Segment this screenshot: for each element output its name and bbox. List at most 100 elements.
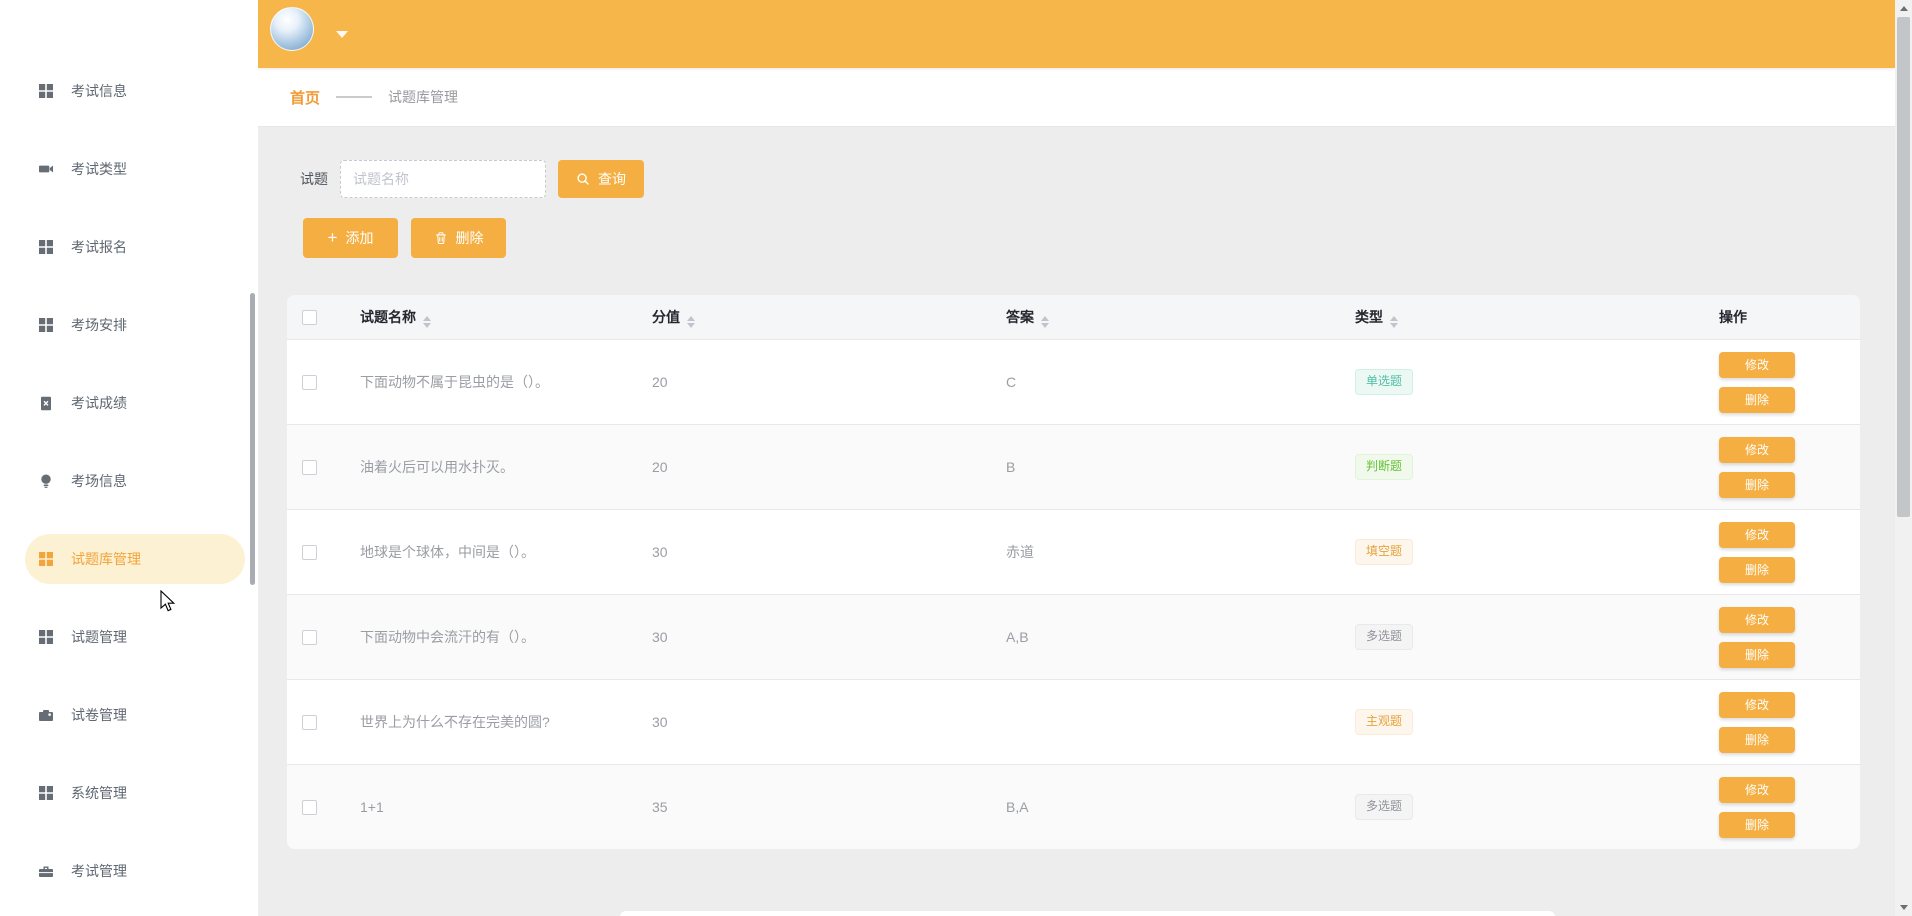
question-name-cell: 下面动物不属于昆虫的是（）。	[343, 372, 635, 392]
sidebar-item-label: 考试类型	[71, 159, 127, 179]
row-checkbox[interactable]	[302, 545, 317, 560]
edit-button[interactable]: 修改	[1719, 352, 1795, 378]
query-button[interactable]: 查询	[558, 160, 644, 198]
sidebar-item-exam-management[interactable]: 考试管理	[25, 846, 245, 896]
row-delete-button[interactable]: 删除	[1719, 557, 1795, 583]
exam-admin-page: { "colors": { "accent_orange": "#F5AE41"…	[0, 0, 1912, 916]
grid-icon	[38, 317, 54, 333]
grid-icon	[38, 83, 54, 99]
type-badge: 单选题	[1355, 369, 1413, 394]
add-button[interactable]: + 添加	[303, 218, 398, 258]
delete-button[interactable]: 删除	[411, 218, 506, 258]
sidebar-item-label: 试题管理	[71, 627, 127, 647]
table-header-row: 试题名称 分值 答案 类型 操作	[287, 295, 1860, 339]
scroll-up-arrow-icon[interactable]	[1895, 0, 1912, 17]
sidebar-item-label: 考试报名	[71, 237, 127, 257]
sidebar-scrollbar-thumb[interactable]	[250, 293, 255, 585]
sort-icon[interactable]	[1390, 316, 1398, 328]
question-name-cell: 下面动物中会流汗的有（）。	[343, 627, 635, 647]
briefcase-icon	[38, 707, 54, 723]
breadcrumb-current: 试题库管理	[388, 87, 458, 107]
sort-icon[interactable]	[1041, 316, 1049, 328]
grid-icon	[38, 629, 54, 645]
toolbar: + 添加 删除	[303, 218, 1895, 258]
column-header-answer: 答案	[1006, 309, 1034, 325]
sidebar-item-exam-type[interactable]: 考试类型	[25, 144, 245, 194]
plus-icon: +	[328, 229, 338, 246]
row-delete-button[interactable]: 删除	[1719, 387, 1795, 413]
vertical-scrollbar[interactable]	[1895, 0, 1912, 916]
score-cell: 30	[635, 714, 989, 730]
answer-cell: C	[989, 374, 1343, 390]
column-header-type: 类型	[1355, 309, 1383, 325]
top-header-bar	[258, 0, 1895, 68]
sidebar-menu: 考试信息 考试类型 考试报名 考场安排 考试成绩 考场信息 试题库管理	[0, 0, 258, 896]
edit-button[interactable]: 修改	[1719, 607, 1795, 633]
table-row: 油着火后可以用水扑灭。 20 B 判断题 修改 删除	[287, 424, 1860, 509]
breadcrumb: 首页 试题库管理	[258, 68, 1895, 127]
type-badge: 判断题	[1355, 454, 1413, 479]
breadcrumb-home-link[interactable]: 首页	[290, 87, 320, 108]
type-badge: 多选题	[1355, 794, 1413, 819]
row-checkbox[interactable]	[302, 800, 317, 815]
table-row: 世界上为什么不存在完美的圆? 30 主观题 修改 删除	[287, 679, 1860, 764]
score-cell: 30	[635, 544, 989, 560]
sidebar-item-question-bank[interactable]: 试题库管理	[25, 534, 245, 584]
search-icon	[576, 172, 590, 186]
scroll-down-arrow-icon[interactable]	[1895, 899, 1912, 916]
sidebar: 考试信息 考试类型 考试报名 考场安排 考试成绩 考场信息 试题库管理	[0, 0, 258, 916]
sidebar-item-label: 考场安排	[71, 315, 127, 335]
row-delete-button[interactable]: 删除	[1719, 812, 1795, 838]
table-row: 地球是个球体，中间是（）。 30 赤道 填空题 修改 删除	[287, 509, 1860, 594]
table-row: 下面动物不属于昆虫的是（）。 20 C 单选题 修改 删除	[287, 339, 1860, 424]
row-checkbox[interactable]	[302, 375, 317, 390]
question-name-cell: 世界上为什么不存在完美的圆?	[343, 712, 635, 732]
sort-icon[interactable]	[423, 316, 431, 328]
row-checkbox[interactable]	[302, 715, 317, 730]
trash-icon	[434, 231, 448, 245]
edit-button[interactable]: 修改	[1719, 522, 1795, 548]
edit-button[interactable]: 修改	[1719, 692, 1795, 718]
question-name-cell: 油着火后可以用水扑灭。	[343, 457, 635, 477]
grid-icon	[38, 785, 54, 801]
row-delete-button[interactable]: 删除	[1719, 727, 1795, 753]
row-delete-button[interactable]: 删除	[1719, 642, 1795, 668]
sidebar-item-room-info[interactable]: 考场信息	[25, 456, 245, 506]
chevron-down-icon[interactable]	[336, 31, 348, 38]
sidebar-item-label: 系统管理	[71, 783, 127, 803]
sidebar-item-label: 考试管理	[71, 861, 127, 881]
sidebar-item-label: 考场信息	[71, 471, 127, 491]
sidebar-item-label: 考试信息	[71, 81, 127, 101]
scrollbar-thumb[interactable]	[1897, 17, 1910, 517]
suitcase-icon	[38, 863, 54, 879]
query-button-label: 查询	[598, 169, 626, 189]
row-checkbox[interactable]	[302, 630, 317, 645]
column-header-actions: 操作	[1719, 309, 1747, 325]
sidebar-item-paper-management[interactable]: 试卷管理	[25, 690, 245, 740]
search-input[interactable]	[340, 160, 546, 198]
type-badge: 多选题	[1355, 624, 1413, 649]
row-delete-button[interactable]: 删除	[1719, 472, 1795, 498]
search-field-label: 试题	[300, 169, 328, 189]
sidebar-item-label: 试题库管理	[71, 549, 141, 569]
question-name-cell: 地球是个球体，中间是（）。	[343, 542, 635, 562]
sort-icon[interactable]	[687, 316, 695, 328]
avatar[interactable]	[270, 7, 314, 51]
sidebar-item-exam-scores[interactable]: 考试成绩	[25, 378, 245, 428]
sidebar-item-question-management[interactable]: 试题管理	[25, 612, 245, 662]
sidebar-item-label: 试卷管理	[71, 705, 127, 725]
table-row: 下面动物中会流汗的有（）。 30 A,B 多选题 修改 删除	[287, 594, 1860, 679]
sidebar-item-system-management[interactable]: 系统管理	[25, 768, 245, 818]
answer-cell: B,A	[989, 799, 1343, 815]
bulb-icon	[38, 473, 54, 489]
pagination: 共 6 条 上一页 1 下一页 10条/页 前往 页	[620, 911, 1555, 916]
sidebar-item-exam-registration[interactable]: 考试报名	[25, 222, 245, 272]
edit-button[interactable]: 修改	[1719, 437, 1795, 463]
select-all-checkbox[interactable]	[302, 310, 317, 325]
content-area: 试题 查询 + 添加 删除 试题名称 分值 答案	[258, 160, 1895, 916]
answer-cell: B	[989, 459, 1343, 475]
sidebar-item-exam-info[interactable]: 考试信息	[25, 66, 245, 116]
edit-button[interactable]: 修改	[1719, 777, 1795, 803]
row-checkbox[interactable]	[302, 460, 317, 475]
sidebar-item-room-arrangement[interactable]: 考场安排	[25, 300, 245, 350]
